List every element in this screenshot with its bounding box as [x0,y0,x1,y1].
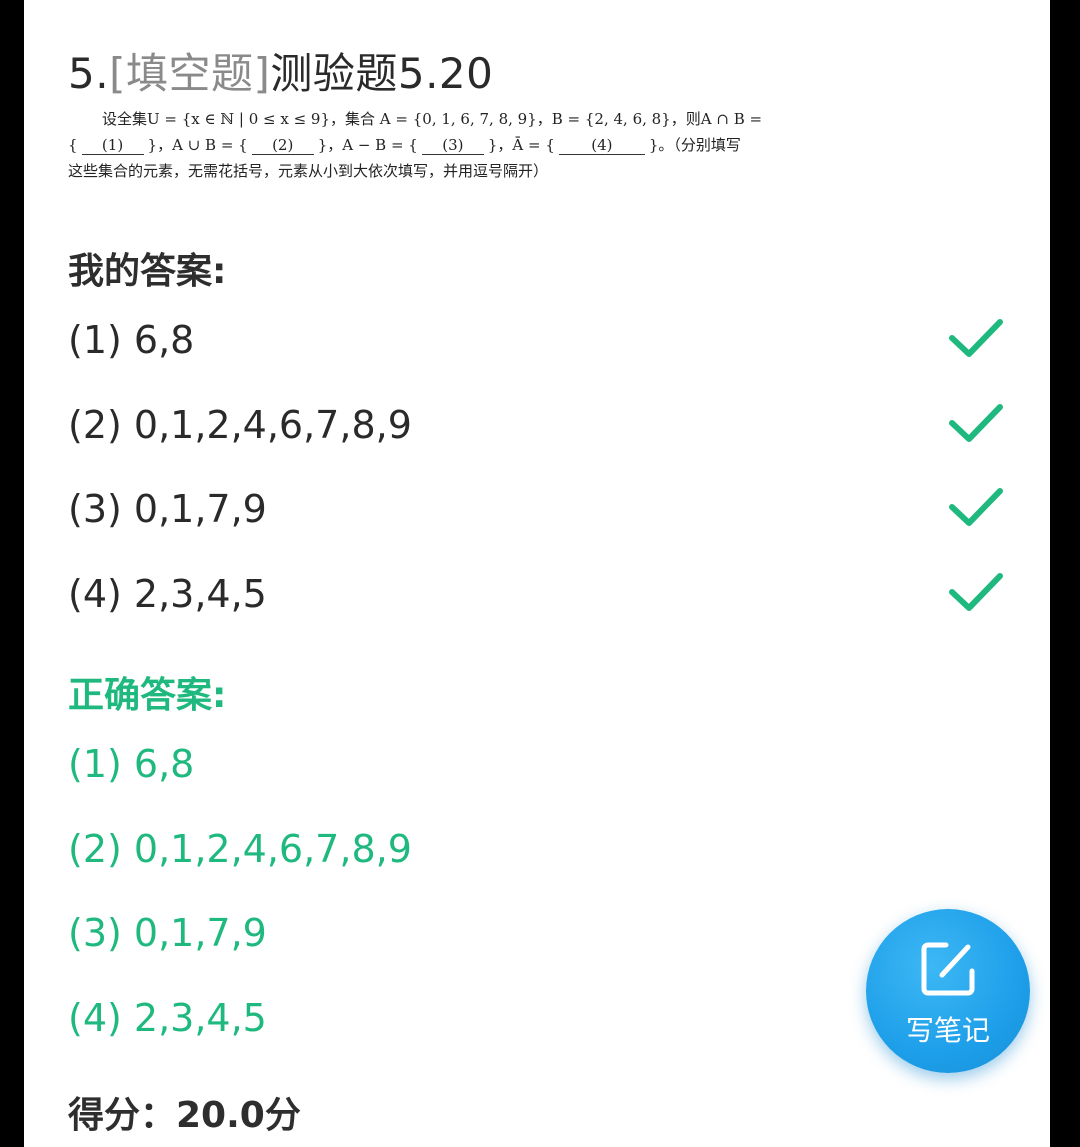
question-name: 测验题5.20 [270,49,494,98]
write-note-label: 写笔记 [905,1014,990,1047]
score-text: 得分：20.0分 [68,1095,301,1136]
question-number: 5. [68,49,110,98]
question-line-3: 这些集合的元素，无需花括号，元素从小到大依次填写，并用逗号隔开） [68,162,549,180]
blank-2: (2) [251,136,314,155]
check-icon [949,404,1003,442]
question-text: { [68,136,78,154]
blank-4: (4) [558,136,645,155]
blank-1: (1) [81,136,144,155]
my-answer-heading: 我的答案: [68,251,227,292]
question-text: }，A − B = { [317,136,418,154]
question-text: A = {0, 1, 6, 7, 8, 9}，B = {2, 4, 6, 8}，… [379,110,701,128]
question-line-2: {(1)}，A ∪ B = {(2)}，A − B = {(3)}，Ā = {(… [68,132,828,158]
question-text: }。（分别填写 [648,136,741,154]
correct-answer-2: (2) 0,1,2,4,6,7,8,9 [68,827,412,871]
check-icon [949,319,1003,357]
question-text: A ∩ B = [700,110,763,128]
edit-note-icon [921,942,975,996]
question-line-1: 设全集U = {x ∈ ℕ | 0 ≤ x ≤ 9}，集合 A = {0, 1,… [68,106,828,132]
question-body: 设全集U = {x ∈ ℕ | 0 ≤ x ≤ 9}，集合 A = {0, 1,… [68,106,828,184]
correct-answer-4: (4) 2,3,4,5 [68,996,267,1040]
question-title: 5.[填空题]测验题5.20 [68,40,493,101]
check-icon [949,488,1003,526]
my-answer-3: (3) 0,1,7,9 [68,487,267,531]
question-text: }，A ∪ B = { [147,136,248,154]
quiz-result-page: 5.[填空题]测验题5.20 设全集U = {x ∈ ℕ | 0 ≤ x ≤ 9… [24,0,1050,1147]
my-answer-1: (1) 6,8 [68,318,195,362]
my-answer-2: (2) 0,1,2,4,6,7,8,9 [68,403,412,447]
correct-answer-3: (3) 0,1,7,9 [68,911,267,955]
blank-3: (3) [421,136,484,155]
question-text: U = {x ∈ ℕ | 0 ≤ x ≤ 9}，集合 [147,110,376,128]
correct-answer-heading: 正确答案: [68,675,227,716]
question-type: [填空题] [109,49,271,98]
question-text: 设全集 [102,110,148,128]
screen-frame: 5.[填空题]测验题5.20 设全集U = {x ∈ ℕ | 0 ≤ x ≤ 9… [0,0,1080,1147]
write-note-button[interactable]: 写笔记 [866,909,1030,1073]
my-answer-4: (4) 2,3,4,5 [68,572,267,616]
check-icon [949,573,1003,611]
correct-answer-1: (1) 6,8 [68,742,195,786]
question-text: }，Ā = { [487,136,555,154]
